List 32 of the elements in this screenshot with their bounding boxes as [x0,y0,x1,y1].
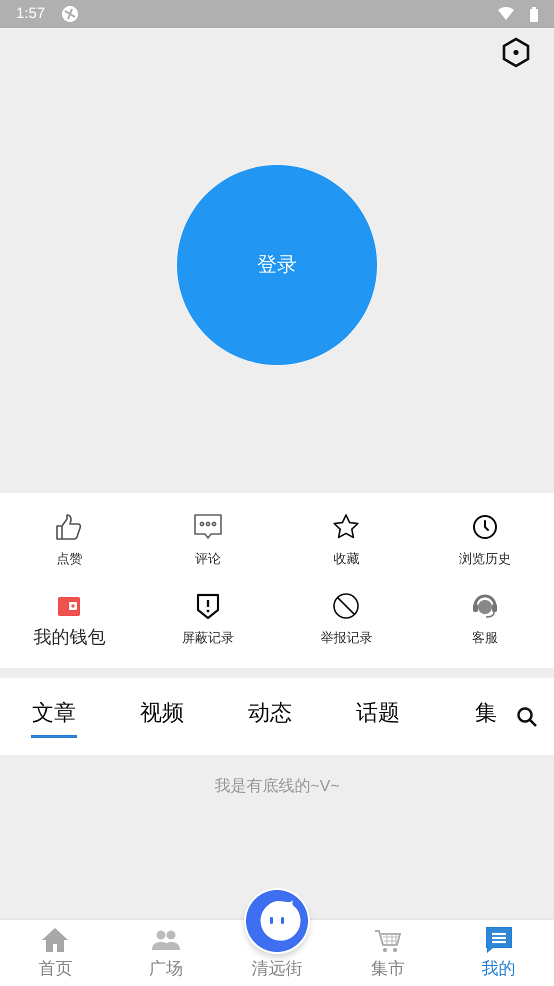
comment-icon [192,512,223,542]
shortcut-item[interactable]: 客服 [416,590,554,668]
wifi-icon [498,7,514,21]
nav-item[interactable]: 首页 [0,920,111,986]
shortcut-item[interactable]: 举报记录 [277,590,416,668]
center-nav-label[interactable]: 清远街 [251,956,302,981]
shortcut-item[interactable]: 浏览历史 [416,511,554,589]
nav-item[interactable]: 我的 [443,920,554,986]
prohibited-icon [331,590,362,620]
shortcut-item[interactable]: 点赞 [0,511,138,589]
battery-icon [530,6,538,22]
category-tab[interactable]: 视频 [108,678,216,755]
category-tab[interactable]: 集 [432,678,499,755]
category-tab[interactable]: 动态 [216,678,324,755]
mascot-face-icon [246,890,308,952]
center-nav-button[interactable] [244,888,310,954]
shortcut-item[interactable]: 收藏 [277,511,416,589]
shortcut-item[interactable]: 我的钱包 [0,590,138,668]
people-icon [151,928,182,952]
clock-icon [470,513,499,541]
category-tab[interactable]: 话题 [324,678,432,755]
category-tab[interactable]: 文章 [0,678,108,755]
settings-icon[interactable] [501,36,531,69]
shortcut-item[interactable]: 屏蔽记录 [138,590,277,668]
nav-item[interactable]: 集市 [332,920,444,986]
home-icon [40,926,70,954]
shortcut-item[interactable]: 评论 [138,511,277,589]
chat-list-icon [484,925,514,955]
status-time: 1:57 [16,4,46,24]
nav-item[interactable]: 广场 [110,920,222,986]
search-icon[interactable] [516,706,538,728]
end-of-list-text: 我是有底线的~V~ [214,776,340,797]
